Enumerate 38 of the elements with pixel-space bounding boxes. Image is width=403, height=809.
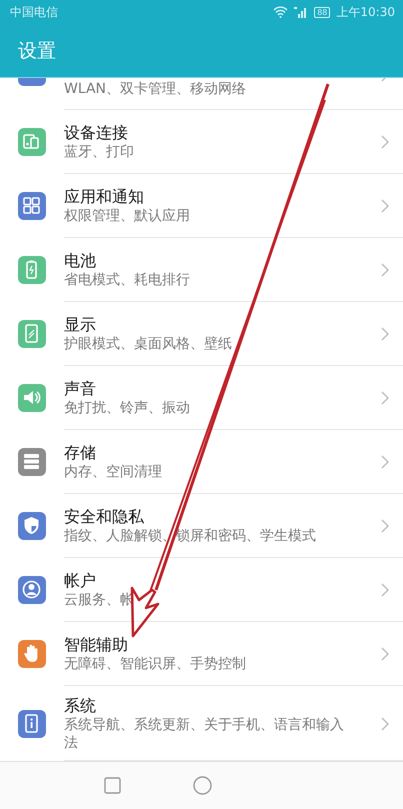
setting-subtitle: 护眼模式、桌面风格、壁纸 — [64, 335, 233, 353]
setting-title[interactable]: 声音 — [64, 378, 353, 399]
setting-subtitle: 指纹、人脸解锁、锁屏和密码、学生模式 — [64, 527, 317, 545]
setting-title[interactable]: 智能辅助 — [64, 634, 353, 655]
chevron-icon — [381, 327, 389, 341]
chevron-icon — [381, 519, 389, 533]
setting-subtitle: 系统导航、系统更新、关于手机、语言和输入法 — [64, 716, 345, 752]
chevron-icon — [381, 263, 389, 277]
setting-subtitle: 内存、空间清理 — [64, 463, 163, 481]
setting-title[interactable]: 设备连接 — [64, 122, 353, 143]
page-title: 设置 — [18, 38, 56, 64]
setting-subtitle: 权限管理、默认应用 — [64, 207, 191, 225]
setting-title[interactable]: 系统 — [64, 694, 353, 716]
chevron-icon — [381, 391, 389, 405]
chevron-icon — [381, 455, 389, 469]
setting-title[interactable]: 电池 — [64, 250, 353, 271]
setting-title[interactable]: 帐户 — [64, 570, 353, 591]
setting-title[interactable]: 存储 — [64, 442, 353, 463]
chevron-icon — [381, 199, 389, 213]
carrier-name: 中国电信 — [10, 4, 58, 20]
home-button[interactable] — [193, 776, 212, 795]
setting-subtitle: 无障碍、智能识屏、手势控制 — [64, 655, 247, 673]
recents-button[interactable] — [104, 777, 121, 794]
chevron-icon — [381, 647, 389, 661]
battery-icon: 88 — [314, 6, 330, 18]
setting-subtitle: 蓝牙、打印 — [64, 143, 135, 161]
setting-title[interactable]: 显示 — [64, 314, 353, 335]
chevron-icon — [381, 583, 389, 597]
chevron-icon — [381, 716, 389, 730]
setting-title[interactable]: 应用和通知 — [64, 186, 353, 207]
setting-subtitle: 免打扰、铃声、振动 — [64, 399, 191, 417]
chevron-icon — [381, 135, 389, 149]
signal-icon — [294, 6, 308, 18]
clock-time: 上午10:30 — [336, 4, 395, 20]
setting-subtitle: WLAN、双卡管理、移动网络 — [64, 80, 248, 98]
wifi-icon — [273, 6, 288, 18]
setting-title[interactable]: 安全和隐私 — [64, 506, 353, 527]
setting-subtitle: 省电模式、耗电排行 — [64, 271, 191, 289]
